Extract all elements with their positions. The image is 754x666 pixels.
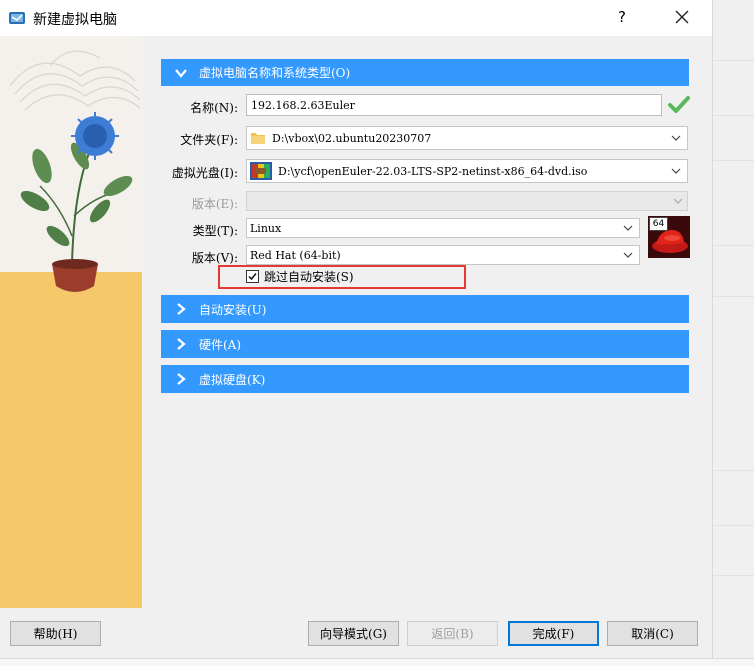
type-combo[interactable]: Linux <box>246 218 640 238</box>
window-title: 新建虚拟电脑 <box>33 12 117 28</box>
version-label: 版本(V): <box>191 251 238 265</box>
chevron-right-icon <box>177 373 186 385</box>
guided-mode-button[interactable]: 向导模式(G) <box>308 621 399 646</box>
chevron-down-icon <box>623 225 633 231</box>
folder-icon <box>251 133 265 144</box>
help-title-button[interactable]: ? <box>618 8 626 26</box>
chevron-right-icon <box>177 338 186 350</box>
dialog-content: 虚拟电脑名称和系统类型(O) 名称(N): 192.168.2.63Euler … <box>0 36 712 608</box>
name-input[interactable]: 192.168.2.63Euler <box>246 94 662 116</box>
section-name-os-label: 虚拟电脑名称和系统类型(O) <box>199 66 351 80</box>
chevron-down-icon <box>175 68 187 78</box>
plant-illustration <box>0 36 142 608</box>
folder-label: 文件夹(F): <box>180 133 238 147</box>
name-label: 名称(N): <box>190 101 238 115</box>
edition-combo[interactable] <box>246 191 688 211</box>
back-button[interactable]: 返回(B) <box>407 621 498 646</box>
virtualbox-icon <box>9 12 25 24</box>
chevron-down-icon <box>673 198 683 204</box>
help-button[interactable]: 帮助(H) <box>10 621 101 646</box>
finish-button[interactable]: 完成(F) <box>508 621 599 646</box>
close-icon[interactable] <box>668 3 696 31</box>
version-value: Red Hat (64-bit) <box>250 248 341 262</box>
folder-value: D:\vbox\02.ubuntu20230707 <box>272 131 432 145</box>
section-name-os-header[interactable]: 虚拟电脑名称和系统类型(O) <box>161 59 689 86</box>
section-unattended-header[interactable]: 自动安装(U) <box>161 295 689 323</box>
folder-combo[interactable]: D:\vbox\02.ubuntu20230707 <box>246 126 688 150</box>
iso-combo[interactable]: D:\ycf\openEuler-22.03-LTS-SP2-netinst-x… <box>246 159 688 183</box>
section-unattended-label: 自动安装(U) <box>199 302 267 317</box>
highlight-box <box>218 265 466 289</box>
background-window-edge <box>712 0 754 665</box>
section-hardware-label: 硬件(A) <box>199 337 242 352</box>
edition-label: 版本(E): <box>191 197 238 211</box>
iso-value: D:\ycf\openEuler-22.03-LTS-SP2-netinst-x… <box>278 164 588 178</box>
button-bar: 帮助(H) 向导模式(G) 返回(B) 完成(F) 取消(C) <box>0 608 712 665</box>
type-value: Linux <box>250 221 282 235</box>
type-label: 类型(T): <box>192 224 238 238</box>
cancel-button[interactable]: 取消(C) <box>607 621 698 646</box>
chevron-down-icon <box>623 252 633 258</box>
title-bar: 新建虚拟电脑 ? <box>0 0 712 36</box>
section-harddisk-label: 虚拟硬盘(K) <box>199 372 266 387</box>
valid-check-icon <box>668 96 690 113</box>
bitness-badge: 64 <box>649 217 668 231</box>
redhat-os-icon: 64 <box>648 216 690 258</box>
chevron-right-icon <box>177 303 186 315</box>
section-harddisk-header[interactable]: 虚拟硬盘(K) <box>161 365 689 393</box>
version-combo[interactable]: Red Hat (64-bit) <box>246 245 640 265</box>
chevron-down-icon <box>671 135 681 141</box>
disc-image-icon <box>250 162 272 180</box>
chevron-down-icon <box>671 168 681 174</box>
section-hardware-header[interactable]: 硬件(A) <box>161 330 689 358</box>
iso-label: 虚拟光盘(I): <box>171 166 238 180</box>
